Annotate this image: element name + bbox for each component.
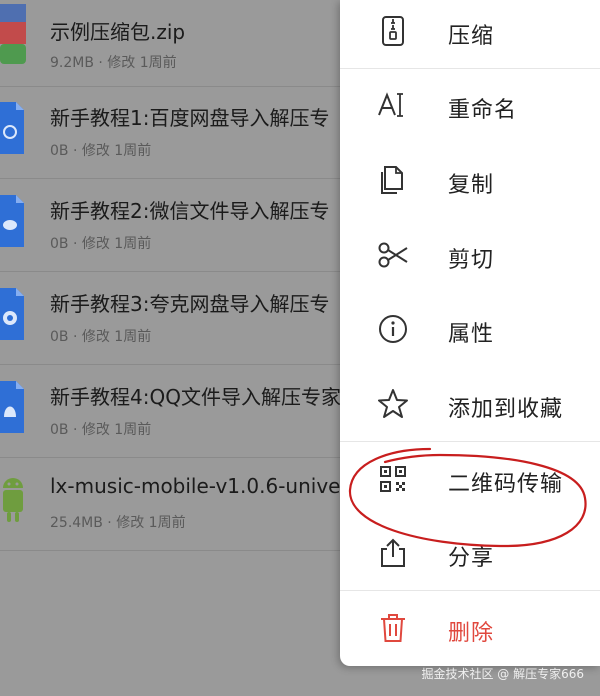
document-icon: [0, 381, 24, 433]
file-meta: 9.2MB · 修改 1周前: [50, 55, 177, 71]
file-name: 新手教程3:夸克网盘导入解压专: [50, 292, 330, 316]
copy-icon: [381, 166, 403, 194]
divider: [340, 590, 600, 591]
file-name: 新手教程1:百度网盘导入解压专: [50, 106, 330, 130]
trash-icon: [381, 614, 405, 642]
menu-label: 添加到收藏: [448, 397, 564, 422]
file-meta: 25.4MB · 修改 1周前: [50, 515, 186, 531]
menu-item-qrcode-transfer[interactable]: 二维码传输: [340, 444, 600, 518]
star-icon: [378, 389, 408, 418]
document-icon: [0, 195, 24, 247]
info-icon: [379, 315, 407, 343]
menu-item-delete[interactable]: 删除: [340, 593, 600, 667]
zip-file-icon: [0, 4, 26, 64]
divider: [340, 68, 600, 69]
menu-label: 删除: [448, 621, 495, 646]
android-icon: [3, 478, 23, 522]
zip-icon: [382, 16, 404, 46]
document-icon: [0, 288, 24, 340]
menu-item-cut[interactable]: 剪切: [340, 220, 600, 294]
menu-label: 复制: [448, 173, 495, 198]
menu-item-properties[interactable]: 属性: [340, 294, 600, 368]
menu-label: 分享: [448, 546, 495, 571]
menu-item-compress[interactable]: 压缩: [340, 0, 600, 70]
file-name: 新手教程4:QQ文件导入解压专家: [50, 385, 341, 409]
context-menu: 压缩 重命名 复制 剪切 属性 添加到收藏 二维码传输 分享 删除: [340, 0, 600, 666]
watermark: 掘金技术社区 @ 解压专家666: [421, 667, 584, 681]
menu-item-favorite[interactable]: 添加到收藏: [340, 369, 600, 443]
menu-item-rename[interactable]: 重命名: [340, 70, 600, 144]
menu-label: 二维码传输: [448, 472, 564, 497]
menu-item-copy[interactable]: 复制: [340, 145, 600, 219]
scissors-icon: [378, 242, 408, 268]
file-meta: 0B · 修改 1周前: [50, 329, 152, 345]
document-icon: [0, 102, 24, 154]
file-meta: 0B · 修改 1周前: [50, 143, 152, 159]
file-name: 新手教程2:微信文件导入解压专: [50, 199, 330, 223]
file-meta: 0B · 修改 1周前: [50, 236, 152, 252]
menu-label: 压缩: [448, 24, 495, 49]
file-name: lx-music-mobile-v1.0.6-universal: [50, 474, 377, 498]
menu-label: 重命名: [448, 98, 518, 123]
menu-item-share[interactable]: 分享: [340, 518, 600, 592]
file-meta: 0B · 修改 1周前: [50, 422, 152, 438]
divider: [340, 441, 600, 442]
menu-label: 属性: [448, 322, 495, 347]
file-name: 示例压缩包.zip: [50, 20, 186, 44]
share-icon: [381, 538, 405, 567]
rename-icon: [378, 92, 403, 117]
menu-label: 剪切: [448, 248, 495, 273]
qrcode-icon: [380, 466, 406, 492]
